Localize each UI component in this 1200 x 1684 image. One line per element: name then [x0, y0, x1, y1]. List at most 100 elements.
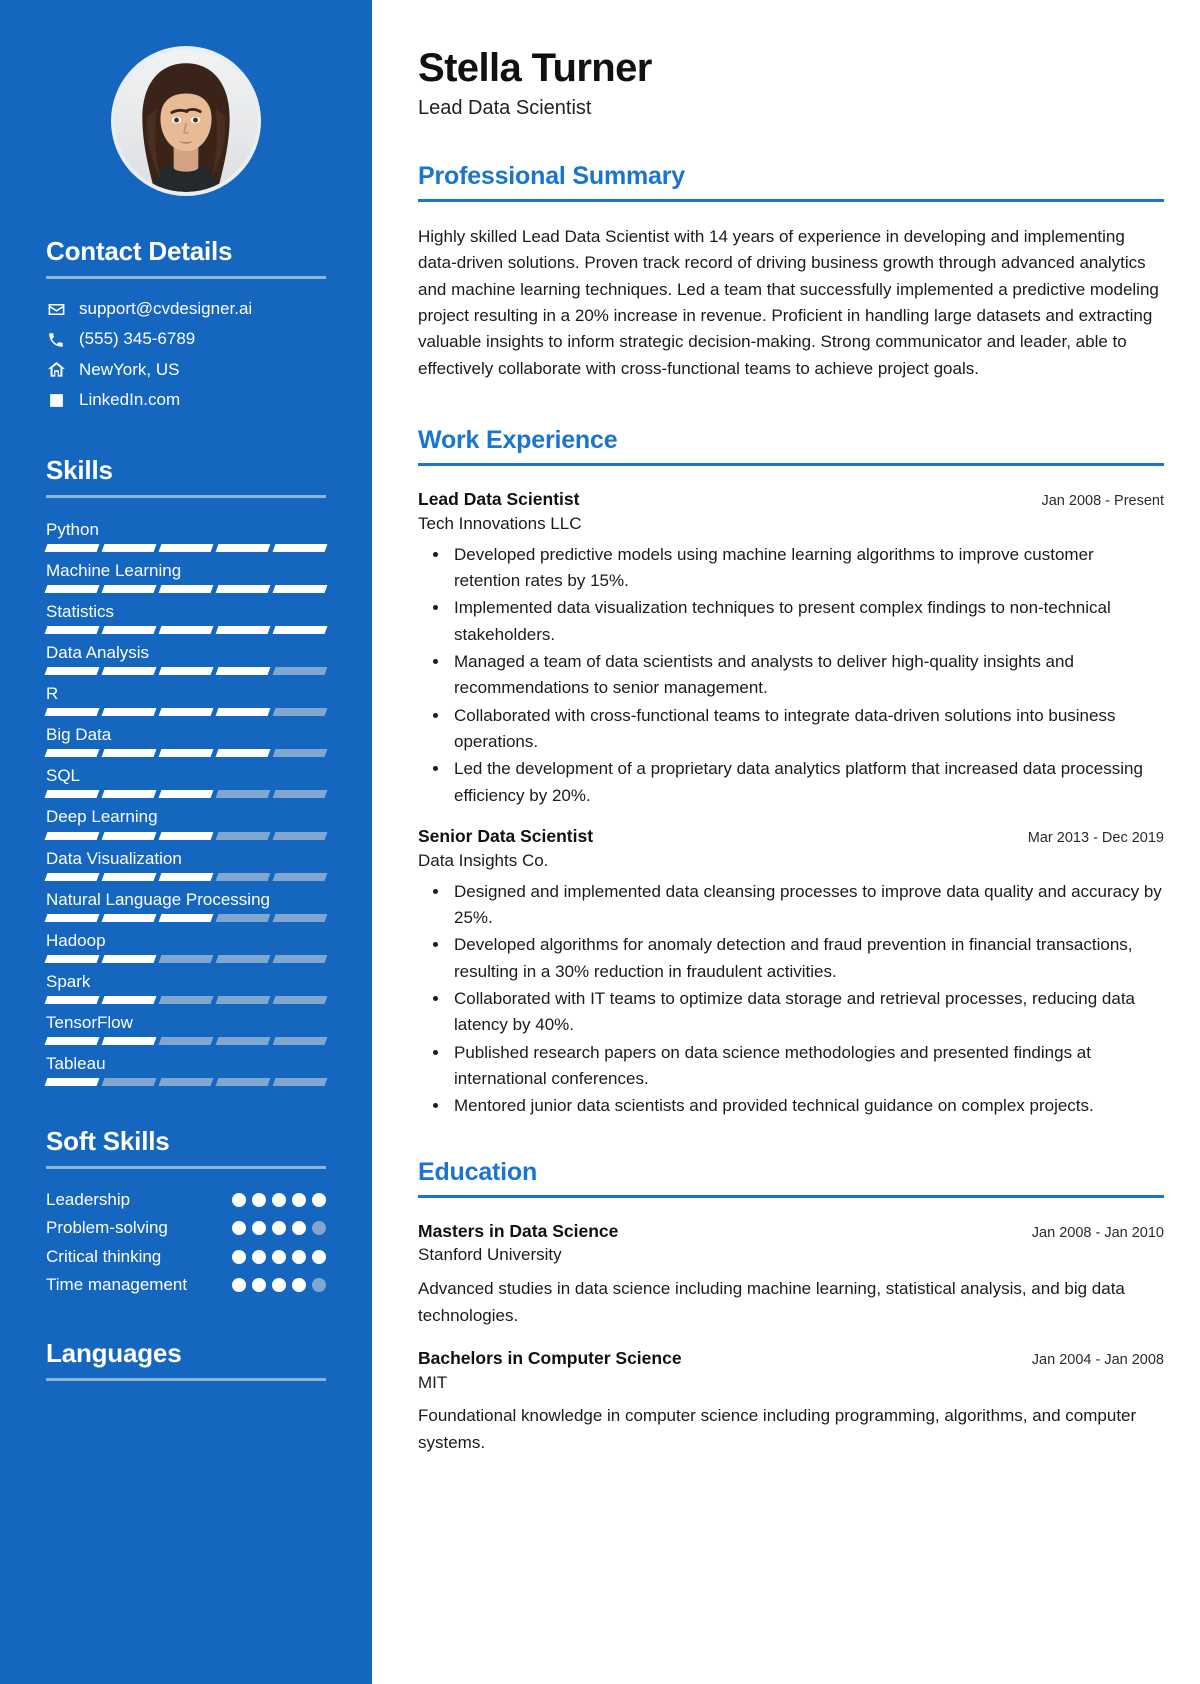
skill-segment	[215, 584, 271, 593]
skill-segment	[158, 625, 214, 634]
resume-page: Contact Details support@cvdesigner.ai (5…	[0, 0, 1200, 1684]
contact-item-phone[interactable]: (555) 345-6789	[46, 329, 326, 349]
rating-dot	[272, 1193, 286, 1208]
skill-segment	[101, 954, 157, 963]
skill-label: Deep Learning	[46, 807, 158, 827]
rating-dot	[272, 1221, 286, 1236]
skill-segment	[101, 667, 157, 676]
list-item: Published research papers on data scienc…	[450, 1040, 1164, 1093]
home-icon	[46, 360, 66, 379]
contact-section: Contact Details support@cvdesigner.ai (5…	[46, 236, 326, 411]
skill-segment	[101, 996, 157, 1005]
rating-dot	[272, 1249, 286, 1264]
soft-skill-rating	[232, 1246, 326, 1264]
skill-segment	[101, 872, 157, 881]
education-heading: Education	[418, 1157, 538, 1186]
skills-list: Python Machine Learning Statistics Data Ana…	[44, 518, 328, 1087]
work-experience-list: Lead Data Scientist Jan 2008 - Present Tec…	[418, 488, 1164, 1120]
skill-segment	[272, 954, 328, 963]
skill-segment	[272, 913, 328, 922]
skill-segment	[44, 749, 100, 758]
summary-divider	[418, 199, 1164, 202]
contact-item-email[interactable]: support@cvdesigner.ai	[46, 299, 326, 319]
list-item: Implemented data visualization technique…	[450, 595, 1164, 648]
soft-skill-label: Problem-solving	[46, 1218, 168, 1238]
envelope-icon	[46, 300, 66, 319]
skill-segment	[158, 708, 214, 717]
rating-dot	[232, 1221, 246, 1236]
skill-segment	[215, 625, 271, 634]
skill-segment	[44, 1078, 100, 1087]
soft-skill-rating	[232, 1274, 326, 1292]
skill-segment	[272, 543, 328, 552]
skill-segment	[158, 913, 214, 922]
education-section: Education Masters in Data Science Jan 200…	[418, 1158, 1164, 1456]
skill-segment	[44, 872, 100, 881]
skill-level-bar	[44, 790, 328, 799]
sidebar: Contact Details support@cvdesigner.ai (5…	[0, 0, 372, 1684]
skill-level-bar	[44, 954, 328, 963]
work-entry-header: Senior Data Scientist Mar 2013 - Dec 2019	[418, 825, 1164, 848]
soft-skill-row: Problem-solving	[46, 1217, 326, 1239]
education-entry-school: Stanford University	[418, 1245, 562, 1265]
list-item: Managed a team of data scientists and an…	[450, 649, 1164, 702]
rating-dot	[232, 1249, 246, 1264]
list-item: Collaborated with cross-functional teams…	[450, 703, 1164, 756]
work-entry-date: Jan 2008 - Present	[1041, 493, 1164, 510]
skill-segment	[158, 1078, 214, 1087]
contact-item-location[interactable]: NewYork, US	[46, 360, 326, 380]
skill-label: Machine Learning	[46, 560, 182, 580]
skill-segment	[272, 625, 328, 634]
skill-row: Data Visualization	[44, 847, 328, 881]
skill-label: Hadoop	[46, 930, 106, 950]
linkedin-icon	[46, 392, 66, 409]
skill-level-bar	[44, 584, 328, 593]
main-content: Stella Turner Lead Data Scientist Profes…	[372, 0, 1200, 1684]
page-title: Stella Turner	[418, 46, 652, 90]
skill-level-bar	[44, 543, 328, 552]
contact-divider	[46, 276, 326, 279]
skill-segment	[158, 667, 214, 676]
education-entry: Masters in Data Science Jan 2008 - Jan 20…	[418, 1220, 1164, 1329]
skill-level-bar	[44, 913, 328, 922]
skill-segment	[44, 584, 100, 593]
skill-segment	[44, 954, 100, 963]
work-entry-header: Lead Data Scientist Jan 2008 - Present	[418, 488, 1164, 511]
rating-dot	[292, 1193, 306, 1208]
contact-heading: Contact Details	[46, 236, 233, 266]
soft-skill-label: Critical thinking	[46, 1246, 162, 1266]
rating-dot	[272, 1277, 286, 1292]
skill-segment	[101, 831, 157, 840]
work-experience-divider	[418, 463, 1164, 467]
work-entry-bullets: Designed and implemented data cleansing …	[418, 879, 1164, 1120]
rating-dot	[252, 1249, 266, 1264]
skill-row: Machine Learning	[44, 559, 328, 593]
skill-segment	[158, 543, 214, 552]
rating-dot	[252, 1193, 266, 1208]
summary-heading: Professional Summary	[418, 162, 685, 190]
contact-item-linkedin[interactable]: LinkedIn.com	[46, 390, 326, 410]
soft-skill-row: Critical thinking	[46, 1246, 326, 1268]
education-divider	[418, 1194, 1164, 1198]
rating-dot	[232, 1193, 246, 1208]
skill-segment	[44, 913, 100, 922]
rating-dot	[312, 1221, 326, 1236]
rating-dot	[232, 1277, 246, 1292]
skill-segment	[215, 749, 271, 758]
skill-label: R	[46, 684, 59, 704]
skills-section: Skills Python Machine Learning Statistics D…	[44, 455, 328, 1087]
skill-segment	[272, 708, 328, 717]
skill-segment	[272, 667, 328, 676]
skill-row: Spark	[44, 970, 328, 1005]
skill-segment	[215, 1037, 271, 1046]
skill-segment	[272, 1078, 328, 1087]
work-entry: Lead Data Scientist Jan 2008 - Present Tec…	[418, 488, 1164, 809]
skill-segment	[101, 749, 157, 758]
education-entry-description: Foundational knowledge in computer scien…	[418, 1406, 1137, 1452]
education-entry-header: Bachelors in Computer Science Jan 2004 - …	[418, 1347, 1164, 1370]
soft-skills-divider	[46, 1166, 326, 1170]
skill-segment	[44, 1037, 100, 1046]
languages-heading: Languages	[46, 1337, 182, 1368]
skill-segment	[44, 996, 100, 1005]
contact-list: support@cvdesigner.ai (555) 345-6789 New…	[46, 299, 326, 411]
